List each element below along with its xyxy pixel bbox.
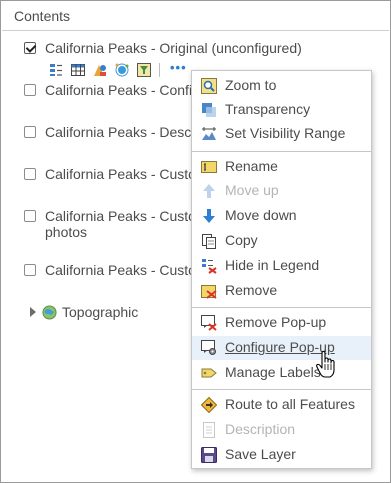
panel-header: Contents xyxy=(2,2,389,31)
remove-popup-icon xyxy=(201,315,217,331)
configure-popup-icon xyxy=(201,340,216,355)
menu-item-label: Remove Pop-up xyxy=(225,314,327,330)
arrow-up-icon xyxy=(203,184,215,198)
menu-item-zoom-to[interactable]: Zoom to xyxy=(192,74,371,98)
menu-item-remove[interactable]: Remove xyxy=(192,279,371,303)
menu-item-label: Move down xyxy=(225,207,297,223)
menu-item-label: Rename xyxy=(225,158,278,174)
layer-row[interactable]: California Peaks - Descr xyxy=(24,122,196,142)
menu-item-save-layer[interactable]: Save Layer xyxy=(192,443,371,467)
rename-icon xyxy=(201,161,217,173)
menu-item-hide-in-legend[interactable]: Hide in Legend xyxy=(192,254,371,278)
layer-row[interactable]: California Peaks - Confi xyxy=(24,80,192,100)
filter-icon[interactable] xyxy=(137,63,151,77)
hide-in-legend-icon xyxy=(202,259,217,274)
menu-item-label: Transparency xyxy=(225,101,311,117)
menu-item-label: Save Layer xyxy=(225,446,296,462)
visibility-range-icon xyxy=(202,127,216,140)
layer-row[interactable]: California Peaks - Original (unconfigure… xyxy=(24,38,302,58)
menu-item-label: Manage Labels xyxy=(225,364,321,380)
layer-label[interactable]: California Peaks - Custo xyxy=(45,166,196,182)
basemap-label[interactable]: Topographic xyxy=(62,304,138,320)
more-options-button[interactable]: ••• xyxy=(170,60,187,75)
menu-item-copy[interactable]: Copy xyxy=(192,229,371,253)
route-icon xyxy=(201,397,217,413)
perform-analysis-icon[interactable] xyxy=(115,63,129,77)
layer-context-menu: Zoom to Transparency Set Visibility Rang… xyxy=(191,70,372,469)
layer-label[interactable]: California Peaks - Original (unconfigure… xyxy=(45,40,302,56)
panel-title: Contents xyxy=(14,8,71,24)
menu-item-label: Move up xyxy=(225,182,279,198)
menu-item-remove-popup[interactable]: Remove Pop-up xyxy=(192,311,371,335)
legend-icon[interactable] xyxy=(49,63,63,77)
menu-item-route-to-all-features[interactable]: Route to all Features xyxy=(192,393,371,417)
layer-label[interactable]: California Peaks - Confi xyxy=(45,82,192,98)
menu-item-configure-popup[interactable]: Configure Pop-up xyxy=(192,336,371,360)
menu-item-manage-labels[interactable]: Manage Labels xyxy=(192,361,371,385)
layer-row[interactable]: California Peaks - Custo xyxy=(24,260,196,280)
globe-icon xyxy=(42,304,57,320)
attribute-table-icon[interactable] xyxy=(71,63,85,77)
toolbar-divider xyxy=(159,63,160,77)
transparency-icon xyxy=(202,103,216,117)
menu-item-label: Copy xyxy=(225,232,258,248)
menu-item-move-up[interactable]: Move up xyxy=(192,179,371,203)
menu-item-rename[interactable]: Rename xyxy=(192,155,371,179)
layer-visibility-checkbox[interactable] xyxy=(24,126,36,138)
layer-label[interactable]: California Peaks - Custo xyxy=(45,208,196,224)
menu-divider xyxy=(192,389,371,390)
manage-labels-icon xyxy=(201,368,217,378)
expand-triangle-icon[interactable] xyxy=(30,307,36,317)
menu-divider xyxy=(192,307,371,308)
menu-item-label: Zoom to xyxy=(225,77,277,93)
zoom-to-icon xyxy=(201,78,217,94)
layer-visibility-checkbox[interactable] xyxy=(24,42,36,54)
layer-toolbar: ••• xyxy=(49,60,187,79)
basemap-row[interactable]: Topographic xyxy=(30,303,138,321)
menu-item-label: Set Visibility Range xyxy=(225,125,346,141)
menu-item-label: Description xyxy=(225,421,296,437)
layer-visibility-checkbox[interactable] xyxy=(24,210,36,222)
menu-item-description[interactable]: Description xyxy=(192,418,371,442)
menu-item-label: Hide in Legend xyxy=(225,257,320,273)
copy-icon xyxy=(202,234,216,249)
layer-visibility-checkbox[interactable] xyxy=(24,264,36,276)
menu-divider xyxy=(192,151,371,152)
hand-cursor-icon xyxy=(316,351,335,378)
menu-item-label: Route to all Features xyxy=(225,396,355,412)
menu-item-move-down[interactable]: Move down xyxy=(192,204,371,228)
layer-row[interactable]: California Peaks - Custo xyxy=(24,164,196,184)
menu-item-transparency[interactable]: Transparency xyxy=(192,98,371,122)
menu-item-set-visibility-range[interactable]: Set Visibility Range xyxy=(192,122,371,146)
remove-icon xyxy=(201,285,217,299)
save-icon xyxy=(201,447,217,463)
arrow-down-icon xyxy=(203,209,215,223)
change-style-icon[interactable] xyxy=(93,63,107,77)
layer-visibility-checkbox[interactable] xyxy=(24,84,36,96)
layer-row[interactable]: California Peaks - Custo xyxy=(24,206,196,226)
layer-label[interactable]: California Peaks - Custo xyxy=(45,262,196,278)
layer-label[interactable]: California Peaks - Descr xyxy=(45,124,196,140)
layer-visibility-checkbox[interactable] xyxy=(24,168,36,180)
menu-item-label: Remove xyxy=(225,282,278,298)
layer-label-continued[interactable]: photos xyxy=(45,224,87,240)
description-icon xyxy=(203,422,215,438)
